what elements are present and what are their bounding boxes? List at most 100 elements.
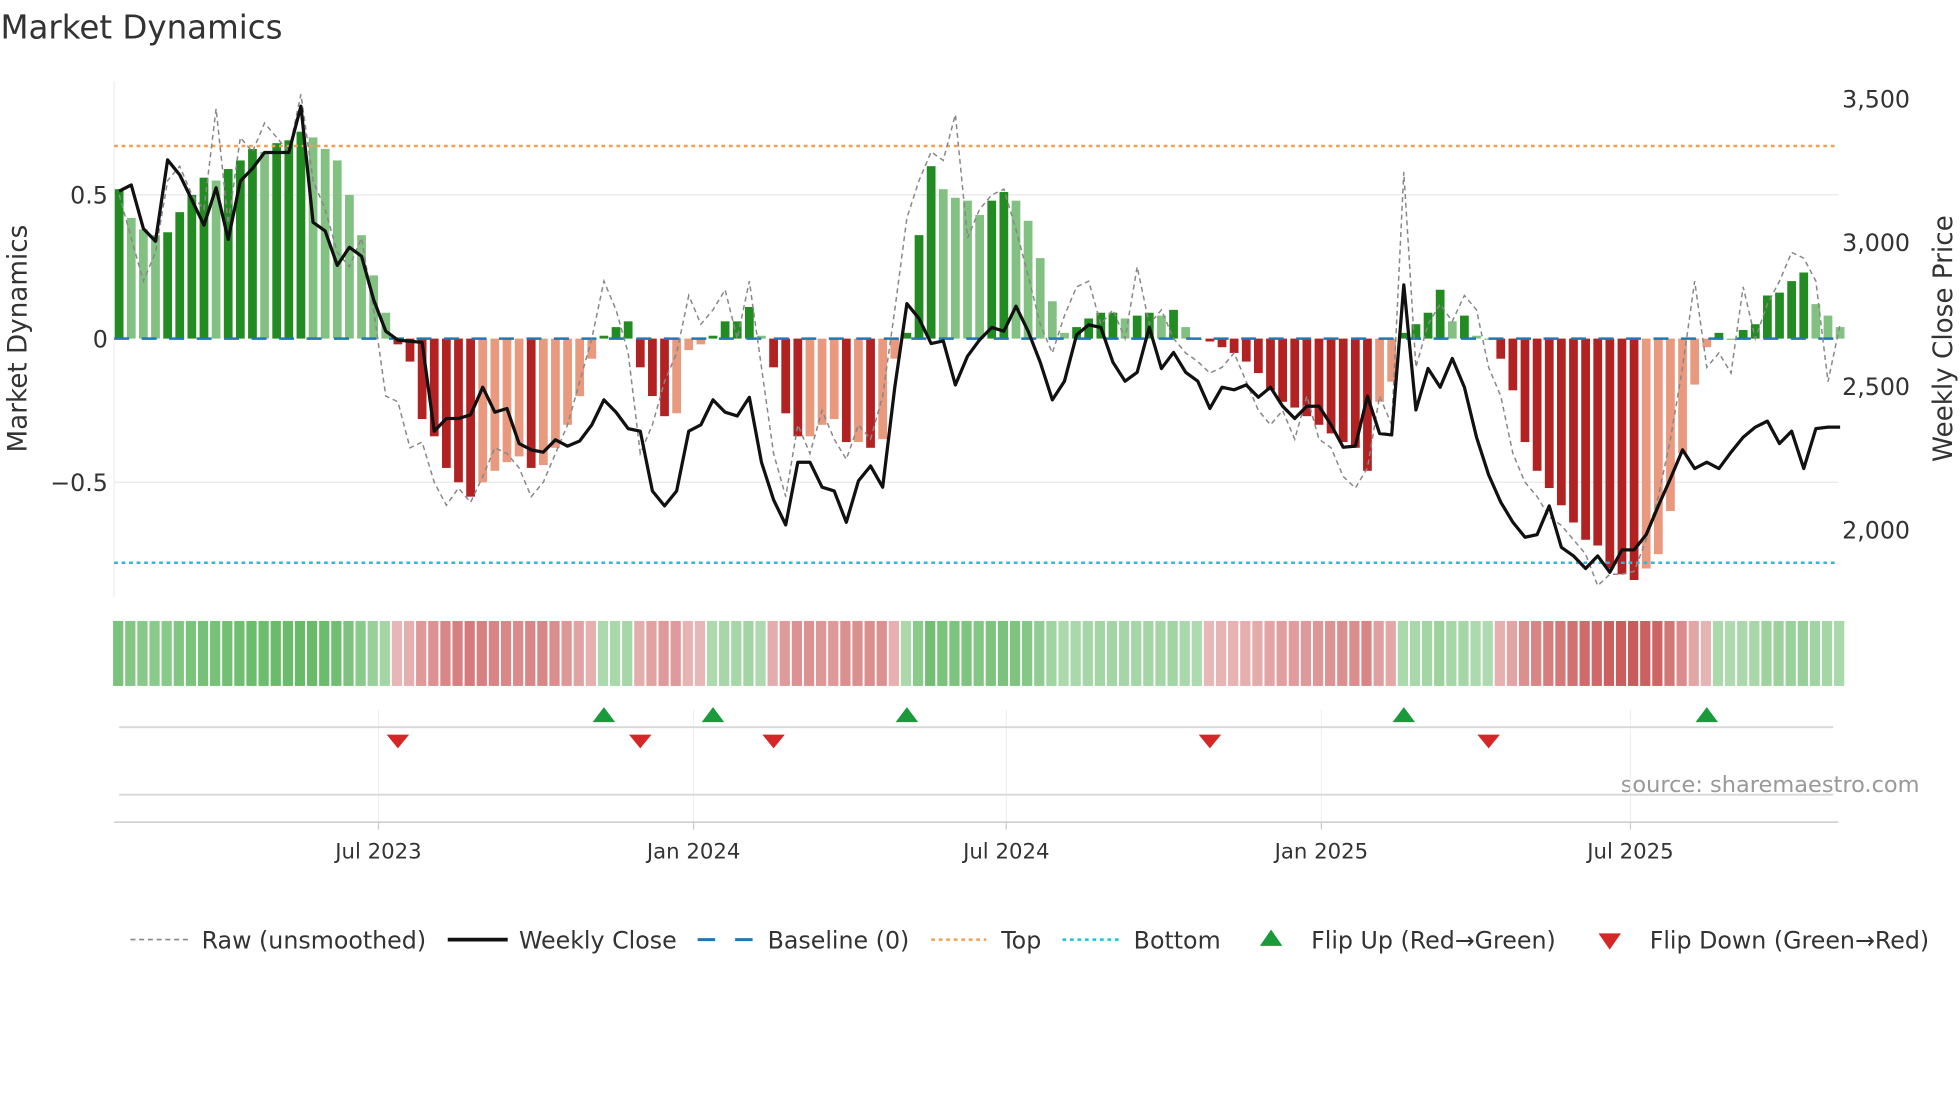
x-tick-label: Jan 2025 bbox=[1273, 839, 1369, 864]
momentum-bar bbox=[1447, 321, 1457, 339]
heat-strip-cell bbox=[719, 620, 730, 686]
heat-strip-cell bbox=[961, 620, 972, 686]
chart-title: Market Dynamics bbox=[0, 9, 282, 47]
y2-tick-label: 3,000 bbox=[1842, 229, 1910, 257]
momentum-bar bbox=[781, 338, 791, 414]
flip-down-marker bbox=[1198, 734, 1222, 749]
heat-strip-cell bbox=[125, 620, 136, 686]
momentum-bar bbox=[1132, 315, 1142, 339]
heat-strip-cell bbox=[367, 620, 378, 686]
heat-strip-cell bbox=[137, 620, 148, 686]
heat-strip-cell bbox=[1543, 620, 1554, 686]
heat-strip-cell bbox=[1821, 620, 1833, 686]
heat-strip-cell bbox=[609, 620, 621, 686]
heat-strip-cell bbox=[1034, 620, 1045, 686]
y-tick-label: −0.5 bbox=[50, 469, 108, 497]
legend-flip-up-icon bbox=[1259, 929, 1283, 946]
momentum-bar bbox=[1581, 338, 1590, 540]
heat-strip-cell bbox=[694, 620, 706, 686]
momentum-bar bbox=[308, 137, 318, 339]
heat-strip-cell bbox=[185, 620, 197, 686]
legend-label: Bottom bbox=[1134, 926, 1221, 954]
heat-strip-cell bbox=[1118, 620, 1130, 686]
momentum-bar bbox=[1302, 338, 1312, 417]
heat-strip-cell bbox=[1809, 620, 1821, 686]
momentum-bar bbox=[1556, 338, 1566, 506]
heat-strip-cell bbox=[973, 620, 984, 686]
momentum-bar bbox=[611, 327, 621, 339]
heat-strip-cell bbox=[1603, 620, 1615, 686]
momentum-bar bbox=[708, 335, 718, 339]
momentum-bar bbox=[1266, 338, 1275, 391]
heat-strip-cell bbox=[331, 620, 342, 686]
heat-strip-cell bbox=[428, 620, 439, 686]
momentum-bar bbox=[1787, 281, 1797, 339]
heat-strip-cell bbox=[1325, 620, 1336, 686]
momentum-bar bbox=[1496, 338, 1506, 359]
momentum-bar bbox=[284, 140, 294, 339]
momentum-bar bbox=[454, 338, 463, 483]
heat-strip-cell bbox=[452, 620, 463, 686]
heat-strip-cell bbox=[1434, 620, 1445, 686]
heat-strip-cell bbox=[743, 620, 754, 686]
momentum-bar bbox=[975, 215, 984, 339]
heat-strip-cell bbox=[306, 620, 318, 686]
heat-strip-cell bbox=[197, 620, 209, 686]
momentum-bar bbox=[260, 151, 269, 339]
heat-strip-cell bbox=[464, 620, 475, 686]
flip-down-marker bbox=[629, 734, 652, 749]
momentum-bar bbox=[1047, 301, 1057, 339]
momentum-bar bbox=[1799, 272, 1809, 339]
heat-strip-cell bbox=[416, 620, 427, 686]
heat-strip-cell bbox=[1022, 620, 1033, 686]
momentum-bar bbox=[805, 338, 815, 437]
momentum-bar bbox=[635, 338, 645, 368]
momentum-bar bbox=[878, 338, 888, 440]
heat-strip-cell bbox=[161, 620, 172, 686]
momentum-bar bbox=[769, 338, 778, 368]
momentum-bar bbox=[926, 166, 936, 339]
heat-strip-cell bbox=[1349, 620, 1360, 686]
momentum-bar bbox=[599, 335, 609, 339]
heat-strip-cell bbox=[1167, 620, 1178, 686]
momentum-bar bbox=[1205, 338, 1215, 342]
heat-strip-cell bbox=[270, 620, 281, 686]
heat-strip-cell bbox=[682, 620, 693, 686]
momentum-bar bbox=[187, 194, 197, 339]
y-axis-label: Market Dynamics bbox=[4, 225, 34, 453]
heat-strip-cell bbox=[1312, 620, 1324, 686]
heat-strip-cell bbox=[1421, 620, 1433, 686]
heat-strip-cell bbox=[1361, 620, 1372, 686]
heat-strip-cell bbox=[246, 620, 257, 686]
x-tick-label: Jan 2024 bbox=[645, 839, 741, 864]
momentum-bar bbox=[502, 338, 512, 463]
momentum-bar bbox=[951, 197, 960, 339]
heat-strip-cell bbox=[1773, 620, 1784, 686]
momentum-bar bbox=[1811, 304, 1821, 339]
legend-label: Top bbox=[1000, 926, 1041, 954]
heat-strip-cell bbox=[1373, 620, 1384, 686]
legend-item-raw: Raw (unsmoothed) bbox=[130, 926, 426, 954]
momentum-bar bbox=[648, 338, 657, 397]
momentum-bar bbox=[1544, 338, 1554, 489]
heat-strip-cell bbox=[864, 620, 875, 686]
heat-strip-cell bbox=[1628, 620, 1639, 686]
momentum-bar bbox=[1290, 338, 1300, 408]
momentum-bar bbox=[1460, 315, 1469, 339]
heat-strip-cell bbox=[767, 620, 778, 686]
heat-strip-cell bbox=[1458, 620, 1469, 686]
heat-strip-cell bbox=[1179, 620, 1190, 686]
heat-strip-cell bbox=[670, 620, 681, 686]
heat-strip-cell bbox=[113, 620, 124, 686]
momentum-bar bbox=[441, 338, 451, 468]
flip-down-marker bbox=[762, 734, 785, 749]
momentum-bar bbox=[1254, 338, 1263, 374]
heat-strip-cell bbox=[294, 620, 306, 686]
heat-strip-cell bbox=[1264, 620, 1275, 686]
momentum-bar bbox=[1653, 338, 1663, 555]
momentum-bar bbox=[139, 229, 148, 339]
heat-strip-cell bbox=[706, 620, 718, 686]
momentum-bar bbox=[829, 338, 839, 420]
heat-strip-cell bbox=[949, 620, 960, 686]
heat-strip-cell bbox=[391, 620, 403, 686]
